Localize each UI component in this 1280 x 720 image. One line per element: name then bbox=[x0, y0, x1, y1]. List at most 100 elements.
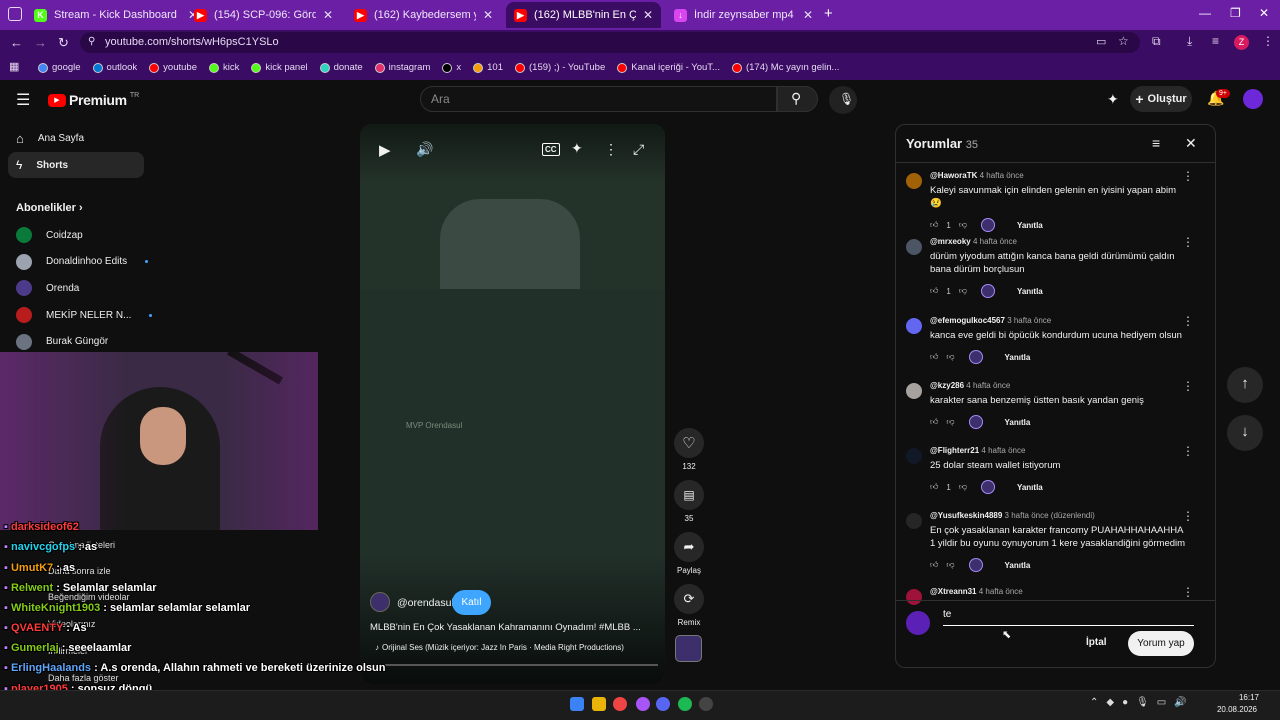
tab-search-icon[interactable] bbox=[8, 7, 22, 21]
comment-menu-icon[interactable]: ⋮ bbox=[1182, 235, 1194, 249]
browser-tab[interactable]: ▶ (154) SCP-096: Gördün ve Artık ✕ bbox=[186, 2, 341, 28]
comment-menu-icon[interactable]: ⋮ bbox=[1182, 379, 1194, 393]
download-icon[interactable]: ⤓ bbox=[1187, 34, 1192, 49]
comment-menu-icon[interactable]: ⋮ bbox=[1182, 169, 1194, 183]
comment-user[interactable]: @Flighterr21 bbox=[930, 446, 979, 455]
commenter-avatar[interactable] bbox=[906, 589, 922, 605]
thumbs-up-icon[interactable]: 👍︎ bbox=[930, 352, 938, 362]
subscriptions-heading[interactable]: Abonelikler › bbox=[16, 202, 83, 214]
spotify-icon[interactable] bbox=[678, 697, 692, 711]
browser-menu-icon[interactable]: ⋮ bbox=[1262, 34, 1274, 48]
reload-icon[interactable]: ↻ bbox=[58, 35, 69, 51]
sidebar-item-shorts[interactable]: ϟ Shorts bbox=[8, 152, 144, 178]
thumbs-up-icon[interactable]: 👍︎ bbox=[930, 286, 938, 296]
sound-thumbnail[interactable] bbox=[675, 635, 702, 662]
bookmark-item[interactable]: youtube bbox=[149, 62, 197, 73]
browser-icon[interactable] bbox=[636, 697, 650, 711]
like-button[interactable]: ♡ bbox=[674, 428, 704, 458]
voice-search-button[interactable]: 🎙 bbox=[829, 86, 857, 114]
reply-button[interactable]: Yanıtla bbox=[1017, 221, 1043, 230]
commenter-avatar[interactable] bbox=[906, 513, 922, 529]
music-info[interactable]: ♪ Orijinal Ses (Müzik içeriyor: Jazz In P… bbox=[375, 643, 660, 652]
share-button[interactable]: ➦ bbox=[674, 532, 704, 562]
create-button[interactable]: + Oluştur bbox=[1130, 86, 1192, 112]
remix-button[interactable]: ⟳ bbox=[674, 584, 704, 614]
comments-button[interactable]: ▤ bbox=[674, 480, 704, 510]
bookmark-item[interactable]: kick panel bbox=[251, 62, 308, 73]
browser-tab[interactable]: K Stream - Kick Dashboard ✕ bbox=[26, 2, 206, 28]
subscription-item[interactable]: Coidzap bbox=[16, 225, 83, 245]
forward-icon[interactable]: → bbox=[34, 35, 47, 50]
media-icon[interactable]: ≡ bbox=[1212, 34, 1219, 48]
cast-device-icon[interactable]: ✦ bbox=[1107, 91, 1119, 108]
youtube-logo[interactable]: ▶ Premium TR bbox=[48, 92, 139, 108]
search-button[interactable]: ⚲ bbox=[777, 86, 818, 112]
bookmark-item[interactable]: (174) Mc yayın gelin... bbox=[731, 62, 839, 73]
close-tab-icon[interactable]: ✕ bbox=[323, 8, 333, 22]
thumbs-down-icon[interactable]: 👎︎ bbox=[946, 417, 954, 427]
volume-icon[interactable]: 🔊 bbox=[416, 141, 433, 158]
sort-icon[interactable]: ≡ bbox=[1152, 135, 1160, 151]
comment-user[interactable]: @kzy286 bbox=[930, 381, 964, 390]
cancel-button[interactable]: İptal bbox=[1086, 637, 1107, 648]
bookmark-star-icon[interactable]: ☆ bbox=[1118, 34, 1129, 48]
bookmark-item[interactable]: x bbox=[442, 62, 461, 73]
short-title[interactable]: MLBB'nin En Çok Yasaklanan Kahramanını O… bbox=[370, 622, 655, 633]
commenter-avatar[interactable] bbox=[906, 173, 922, 189]
previous-short-button[interactable]: ↑ bbox=[1227, 367, 1263, 403]
bookmark-item[interactable]: outlook bbox=[92, 62, 137, 73]
comment-menu-icon[interactable]: ⋮ bbox=[1182, 444, 1194, 458]
reply-button[interactable]: Yanıtla bbox=[1005, 561, 1031, 570]
bookmark-item[interactable]: (159) ;) - YouTube bbox=[515, 62, 605, 73]
back-icon[interactable]: ← bbox=[10, 35, 23, 50]
cast-icon[interactable]: ▭ bbox=[1096, 35, 1106, 48]
submit-comment-button[interactable]: Yorum yap bbox=[1128, 631, 1194, 656]
tray-icons[interactable]: ⌃◆●🎙▭🔊 bbox=[1090, 697, 1195, 708]
play-icon[interactable]: ▶ bbox=[379, 141, 391, 159]
commenter-avatar[interactable] bbox=[906, 448, 922, 464]
sidebar-item-hidden[interactable]: Daha fazla göster bbox=[48, 673, 119, 683]
obs-icon[interactable] bbox=[699, 697, 713, 711]
browser-tab[interactable]: ▶ (162) Kaybedersem yapay zeka ✕ bbox=[346, 2, 501, 28]
bookmark-item[interactable]: kick bbox=[208, 62, 239, 73]
reply-button[interactable]: Yanıtla bbox=[1005, 418, 1031, 427]
thumbs-down-icon[interactable]: 👎︎ bbox=[959, 286, 967, 296]
bookmark-item[interactable]: 101 bbox=[473, 62, 503, 73]
subscription-item[interactable]: Burak Güngör bbox=[16, 332, 108, 352]
reply-button[interactable]: Yanıtla bbox=[1005, 353, 1031, 362]
reply-button[interactable]: Yanıtla bbox=[1017, 287, 1043, 296]
next-short-button[interactable]: ↓ bbox=[1227, 415, 1263, 451]
extensions-icon[interactable]: ⧉ bbox=[1152, 34, 1161, 49]
comment-user[interactable]: @HaworaTK bbox=[930, 171, 977, 180]
close-tab-icon[interactable]: ✕ bbox=[643, 8, 653, 22]
close-tab-icon[interactable]: ✕ bbox=[483, 8, 493, 22]
thumbs-down-icon[interactable]: 👎︎ bbox=[959, 220, 967, 230]
join-button[interactable]: Katıl bbox=[452, 590, 491, 615]
browser-tab[interactable]: ▶ (162) MLBB'nin En Çok Yasa ✕ bbox=[506, 2, 661, 28]
subscription-item[interactable]: Orenda bbox=[16, 278, 79, 298]
bookmark-item[interactable]: donate bbox=[319, 62, 363, 73]
fullscreen-icon[interactable]: ⤢ bbox=[633, 141, 644, 158]
thumbs-up-icon[interactable]: 👍︎ bbox=[930, 417, 938, 427]
profile-avatar[interactable]: Z bbox=[1234, 35, 1249, 50]
comment-menu-icon[interactable]: ⋮ bbox=[1182, 314, 1194, 328]
close-comments-icon[interactable]: ✕ bbox=[1185, 135, 1197, 152]
chrome-icon[interactable] bbox=[613, 697, 627, 711]
comment-menu-icon[interactable]: ⋮ bbox=[1182, 509, 1194, 523]
close-window-button[interactable]: ✕ bbox=[1259, 6, 1269, 20]
thumbs-down-icon[interactable]: 👎︎ bbox=[946, 352, 954, 362]
settings-icon[interactable]: ✦ bbox=[571, 140, 583, 157]
bookmark-item[interactable]: Kanal içeriği - YouT... bbox=[617, 62, 720, 73]
discord-icon[interactable] bbox=[656, 697, 670, 711]
comment-menu-icon[interactable]: ⋮ bbox=[1182, 585, 1194, 599]
file-explorer-icon[interactable] bbox=[592, 697, 606, 711]
comment-input[interactable]: te bbox=[943, 609, 1194, 626]
hamburger-menu-icon[interactable]: ☰ bbox=[16, 90, 30, 110]
subscription-item[interactable]: Donaldinhoo Edits bbox=[16, 252, 149, 272]
commenter-avatar[interactable] bbox=[906, 318, 922, 334]
comment-user[interactable]: @Xtreann31 bbox=[930, 587, 976, 596]
new-tab-button[interactable]: + bbox=[824, 5, 833, 22]
more-options-icon[interactable]: ⋮ bbox=[604, 141, 618, 158]
start-icon[interactable] bbox=[570, 697, 584, 711]
channel-name[interactable]: @orendasul bbox=[397, 597, 454, 609]
